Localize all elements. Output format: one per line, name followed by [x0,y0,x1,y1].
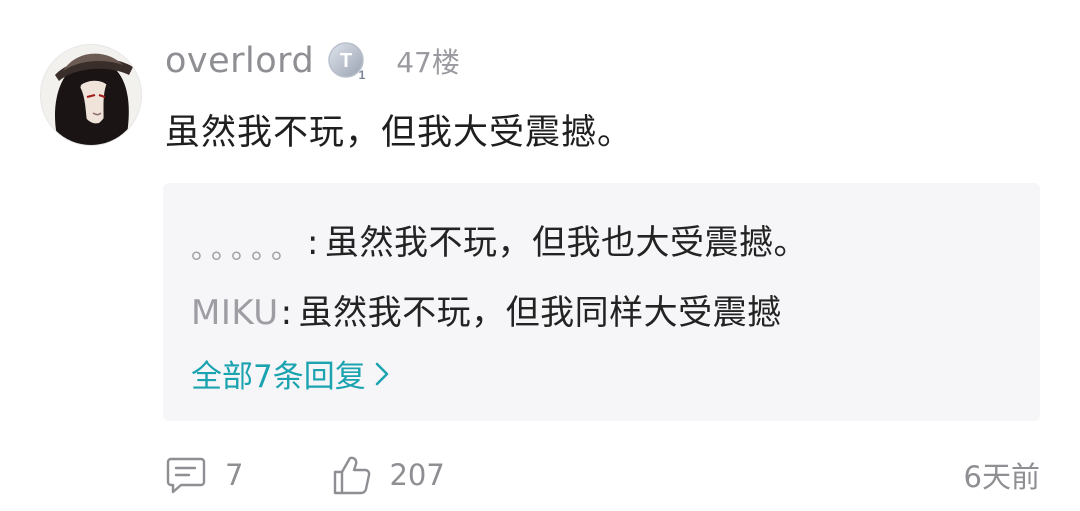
comment-icon [165,455,207,495]
replies-panel[interactable]: 。。。。。: 虽然我不玩，但我也大受震撼。 MIKU: 虽然我不玩，但我同样大受震撼… [163,183,1040,421]
comment-header: overlord T 1 47楼 [165,36,460,86]
chevron-right-icon [374,360,390,388]
username[interactable]: overlord [165,41,314,81]
reply-text: 虽然我不玩，但我也大受震撼。 [324,223,808,263]
reply-text: 虽然我不玩，但我同样大受震撼 [298,293,782,333]
like-count: 207 [389,458,445,492]
reply-separator: : [307,223,319,263]
reply-separator: : [280,293,293,333]
reply-button[interactable]: 7 [165,455,243,495]
svg-text:T: T [340,50,352,72]
like-button[interactable]: 207 [331,454,445,496]
view-all-replies-label: 全部7条回复 [191,359,366,395]
reply-author[interactable]: 。。。。。 [191,232,305,265]
level-badge-icon: T 1 [326,39,370,83]
comment-item: overlord T 1 47楼 虽然我不玩，但我大受震撼。 。。。。。: 虽然我… [0,0,1080,511]
comment-text: 虽然我不玩，但我大受震撼。 [165,113,634,153]
timestamp: 6天前 [963,460,1040,494]
thumbs-up-icon [331,454,371,496]
anime-avatar-icon [41,45,141,145]
avatar[interactable] [40,44,142,146]
reply-author[interactable]: MIKU [191,293,279,333]
reply-item[interactable]: 。。。。。: 虽然我不玩，但我也大受震撼。 [191,215,808,265]
svg-text:1: 1 [359,68,366,82]
reply-item[interactable]: MIKU: 虽然我不玩，但我同样大受震撼 [191,285,782,334]
comment-footer: 7 207 6天前 [165,452,1040,498]
view-all-replies-link[interactable]: 全部7条回复 [191,351,390,396]
floor-number: 47楼 [396,46,460,79]
reply-count: 7 [225,458,244,492]
